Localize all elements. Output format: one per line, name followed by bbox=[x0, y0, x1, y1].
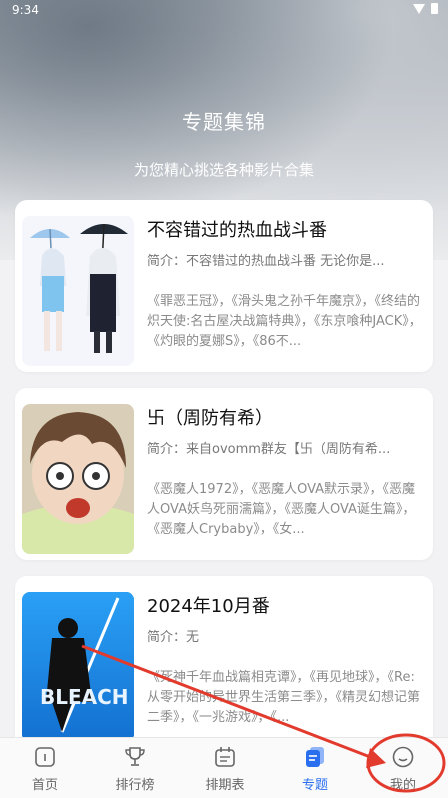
topic-card[interactable]: 卐（周防有希） 简介：来自ovomm群友【卐（周防有希... 《恶魔人1972》… bbox=[15, 388, 433, 560]
tab-label: 排行榜 bbox=[115, 778, 155, 793]
calendar-icon bbox=[215, 747, 235, 767]
trophy-icon bbox=[125, 747, 145, 766]
page-subtitle: 为您精心挑选各种影片合集 bbox=[133, 161, 314, 179]
topic-cover-image bbox=[22, 216, 134, 366]
page-title: 专题集锦 bbox=[182, 110, 266, 134]
tab-topics[interactable]: 专题 bbox=[270, 738, 360, 798]
tab-label: 首页 bbox=[31, 778, 58, 793]
collection-icon bbox=[306, 747, 324, 767]
topic-title: 卐（周防有希） bbox=[147, 408, 273, 429]
tab-home[interactable]: 首页 bbox=[0, 738, 90, 798]
topic-intro: 简介：无 bbox=[147, 630, 200, 645]
svg-text:BLEACH: BLEACH bbox=[40, 685, 129, 709]
status-bar: 9:34 bbox=[0, 0, 448, 22]
topic-title: 2024年10月番 bbox=[147, 596, 270, 617]
tab-ranking[interactable]: 排行榜 bbox=[90, 738, 180, 798]
topic-list: 《罪恶王冠》，《滑头鬼之孙千年魔京》，《终结的炽天使:名古屋决战篇特典》，《东京… bbox=[147, 294, 422, 349]
tab-label: 排期表 bbox=[205, 778, 245, 793]
tab-label: 专题 bbox=[301, 778, 328, 793]
topic-card[interactable]: 不容错过的热血战斗番 简介：不容错过的热血战斗番 无论你是... 《罪恶王冠》，… bbox=[15, 200, 433, 372]
home-icon bbox=[35, 747, 55, 767]
bottom-tab-bar: 首页 排行榜 排期表 专题 我的 bbox=[0, 737, 448, 798]
status-time: 9:34 bbox=[12, 3, 39, 17]
tab-label: 我的 bbox=[389, 778, 416, 793]
wifi-icon bbox=[413, 3, 425, 14]
topic-cover-image bbox=[22, 404, 134, 554]
topic-title: 不容错过的热血战斗番 bbox=[147, 220, 327, 241]
battery-icon bbox=[431, 3, 438, 14]
topic-list: 《死神千年血战篇相克谭》，《再见地球》，《Re:从零开始的异世界生活第三季》，《… bbox=[147, 670, 421, 725]
tab-schedule[interactable]: 排期表 bbox=[180, 738, 270, 798]
topic-list: 《恶魔人1972》，《恶魔人OVA默示录》，《恶魔人OVA妖鸟死丽濡篇》，《恶魔… bbox=[147, 482, 416, 537]
profile-icon bbox=[392, 746, 414, 768]
tab-profile[interactable]: 我的 bbox=[358, 738, 448, 798]
topic-card[interactable]: BLEACH 2024年10月番 简介：无 《死神千年血战篇相克谭》，《再见地球… bbox=[15, 576, 433, 751]
topic-intro: 简介：不容错过的热血战斗番 无论你是... bbox=[147, 254, 385, 269]
topic-cover-image: BLEACH bbox=[22, 592, 134, 742]
topic-intro: 简介：来自ovomm群友【卐（周防有希... bbox=[147, 442, 391, 457]
